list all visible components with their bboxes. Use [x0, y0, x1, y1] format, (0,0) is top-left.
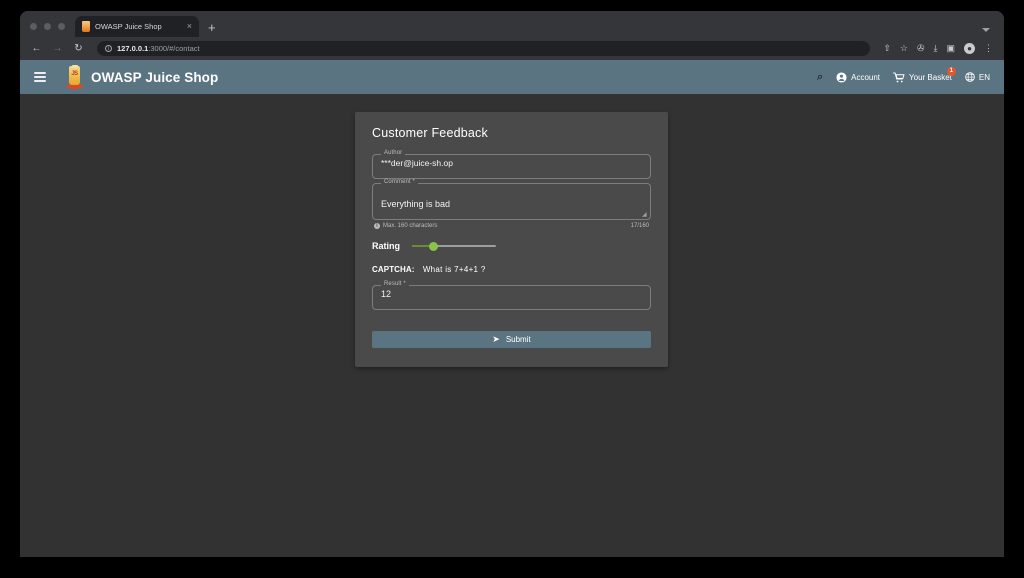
captcha-result-input[interactable]: Result * 12	[372, 281, 651, 310]
comment-hint: i Max. 160 characters	[374, 223, 437, 229]
app-header-actions: ⌕ Account Your Basket 1 EN	[817, 66, 990, 83]
app-header: JS OWASP Juice Shop ⌕ Account Your Baske…	[20, 60, 1004, 94]
maximize-window-button[interactable]	[58, 23, 65, 30]
basket-button[interactable]: Your Basket 1	[893, 66, 956, 83]
shopping-cart-icon	[893, 72, 905, 82]
juice-shop-logo-icon: JS	[66, 64, 83, 89]
toolbar-icon-group: ⇧ ☆ ✇ ⤓ ▣ ● ⋮	[883, 43, 993, 54]
submit-button[interactable]: ➤ Submit	[372, 331, 651, 348]
search-icon[interactable]: ⌕	[817, 71, 823, 83]
browser-tab[interactable]: OWASP Juice Shop ×	[75, 16, 199, 37]
close-window-button[interactable]	[30, 23, 37, 30]
slider-thumb[interactable]	[429, 241, 438, 251]
basket-label: Your Basket	[909, 72, 952, 82]
minimize-window-button[interactable]	[44, 23, 51, 30]
url-path: :3000/#/contact	[148, 44, 200, 53]
share-icon[interactable]: ⇧	[883, 44, 891, 53]
account-label: Account	[851, 72, 881, 82]
browser-menu-icon[interactable]: ⋮	[984, 44, 993, 53]
brand-title: OWASP Juice Shop	[91, 69, 219, 85]
comment-hint-text: Max. 160 characters	[383, 223, 438, 229]
customer-feedback-card: Customer Feedback Author ***der@juice-sh…	[355, 112, 668, 367]
comment-character-counter: 17/160	[630, 223, 649, 229]
forward-arrow-icon[interactable]: →	[52, 43, 63, 54]
author-field-group: Author ***der@juice-sh.op	[372, 150, 651, 179]
extensions-puzzle-icon[interactable]: ✇	[917, 44, 925, 53]
tab-list-chevron-down-icon[interactable]	[982, 28, 990, 32]
account-circle-icon	[836, 71, 847, 83]
browser-toolbar: ← → ↻ i 127.0.0.1:3000/#/contact ⇧ ☆ ✇ ⤓…	[20, 37, 1004, 60]
downloads-icon[interactable]: ⤓	[934, 44, 938, 53]
comment-field-group: Comment * Everything is bad ◢ i Max. 160…	[372, 179, 651, 229]
comment-hint-row: i Max. 160 characters 17/160	[374, 223, 649, 229]
side-panel-icon[interactable]: ▣	[946, 44, 955, 53]
site-info-icon[interactable]: i	[105, 45, 112, 52]
submit-label: Submit	[505, 335, 531, 344]
rating-label: Rating	[372, 241, 400, 251]
url-host: 127.0.0.1	[117, 44, 149, 53]
url-text: 127.0.0.1:3000/#/contact	[117, 44, 200, 53]
tab-favicon-juice-bottle-icon	[82, 21, 90, 32]
info-icon: i	[374, 223, 380, 229]
reload-icon[interactable]: ↻	[73, 43, 84, 54]
comment-textarea[interactable]: Comment * Everything is bad ◢	[372, 179, 651, 220]
result-field-group: Result * 12	[372, 281, 651, 310]
page-title: Customer Feedback	[372, 126, 488, 140]
back-arrow-icon[interactable]: ←	[31, 43, 42, 54]
comment-label: Comment *	[381, 179, 418, 185]
captcha-question: What is 7+4+1 ?	[422, 265, 486, 274]
language-label: EN	[978, 72, 990, 82]
browser-window: OWASP Juice Shop × + ← → ↻ i 127.0.0.1:3…	[20, 11, 1004, 557]
author-value: ***der@juice-sh.op	[381, 157, 453, 168]
logo-text: JS	[71, 70, 78, 77]
tab-title: OWASP Juice Shop	[95, 22, 162, 31]
captcha-label: CAPTCHA:	[372, 265, 415, 274]
result-label: Result *	[381, 281, 409, 287]
basket-count-badge: 1	[946, 66, 956, 76]
brand-logo-group[interactable]: JS OWASP Juice Shop	[66, 64, 219, 89]
address-bar[interactable]: i 127.0.0.1:3000/#/contact	[97, 41, 871, 56]
textarea-resize-handle-icon[interactable]: ◢	[642, 212, 648, 218]
account-button[interactable]: Account	[836, 71, 881, 83]
captcha-question-row: CAPTCHA: What is 7+4+1 ?	[372, 265, 651, 274]
author-label: Author	[381, 150, 406, 156]
new-tab-button[interactable]: +	[208, 21, 216, 34]
globe-icon	[965, 72, 975, 82]
desktop-background: OWASP Juice Shop × + ← → ↻ i 127.0.0.1:3…	[0, 0, 1024, 578]
page-viewport: JS OWASP Juice Shop ⌕ Account Your Baske…	[20, 60, 1004, 557]
language-selector[interactable]: EN	[965, 72, 990, 82]
comment-value: Everything is bad	[381, 199, 451, 209]
bookmark-star-icon[interactable]: ☆	[900, 44, 908, 53]
result-value: 12	[381, 288, 392, 299]
window-controls[interactable]	[28, 23, 75, 37]
profile-avatar-icon[interactable]: ●	[964, 43, 975, 54]
send-icon: ➤	[492, 334, 500, 344]
author-input: Author ***der@juice-sh.op	[372, 150, 651, 179]
rating-field-group: Rating	[372, 239, 651, 253]
rating-slider[interactable]	[412, 239, 496, 253]
tab-close-icon[interactable]: ×	[185, 22, 194, 31]
hamburger-menu-icon[interactable]	[34, 72, 46, 82]
tab-strip: OWASP Juice Shop × +	[20, 11, 1004, 37]
